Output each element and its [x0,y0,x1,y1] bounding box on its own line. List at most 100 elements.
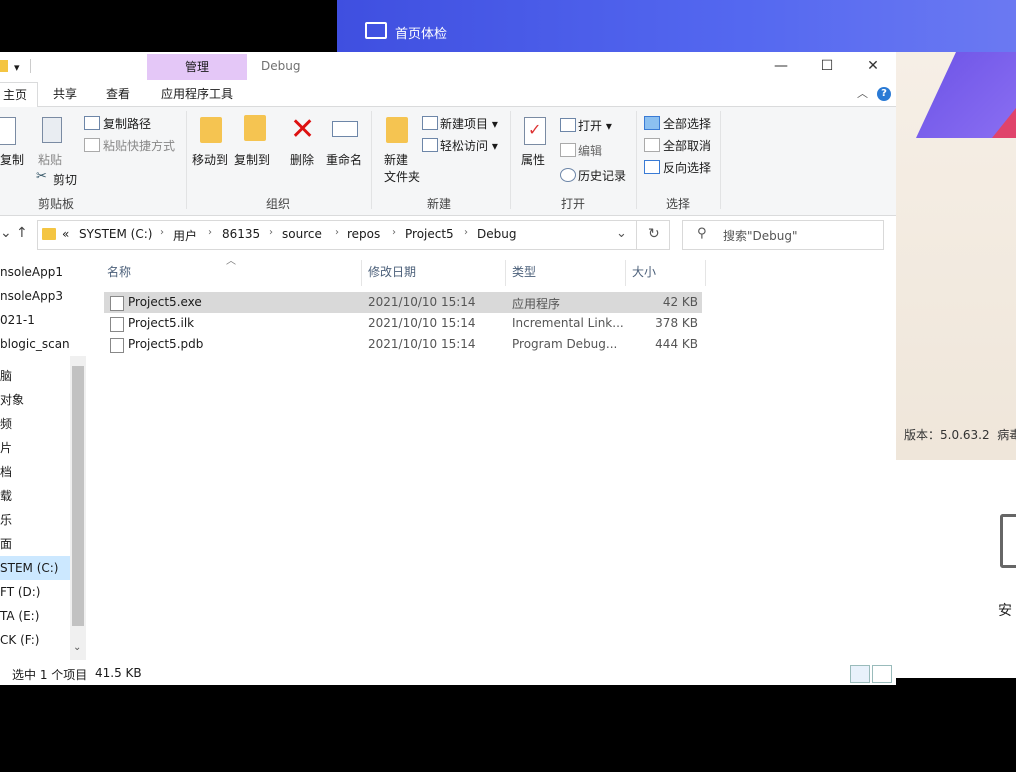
minimize-button[interactable]: — [758,52,804,80]
cut-button[interactable]: 剪切 [53,171,77,188]
file-date: 2021/10/10 15:14 [368,316,476,330]
paste-button[interactable]: 粘贴 [38,151,62,168]
nav-item[interactable]: blogic_scan [0,332,70,356]
breadcrumb-separator-icon[interactable]: › [160,227,164,238]
breadcrumb-current[interactable]: Debug [477,227,516,241]
nav-item[interactable]: nsoleApp1 [0,260,63,284]
nav-item-pictures[interactable]: 片 [0,436,12,460]
nav-item-music[interactable]: 乐 [0,508,12,532]
nav-item-desktop[interactable]: 面 [0,532,12,556]
history-button[interactable]: 历史记录 [578,167,626,184]
divider [720,111,721,209]
new-folder-button[interactable]: 新建 文件夹 [384,151,420,185]
new-folder-icon [386,117,408,143]
refresh-icon[interactable]: ↻ [648,226,660,242]
delete-button[interactable]: 删除 [290,151,314,168]
breadcrumb-source[interactable]: source [282,227,322,241]
breadcrumb-users[interactable]: 用户 [173,227,197,244]
rename-button[interactable]: 重命名 [326,151,362,168]
invert-selection-button[interactable]: 反向选择 [663,159,711,176]
breadcrumb-separator-icon[interactable]: › [269,227,273,238]
help-icon[interactable]: ? [877,87,891,101]
divider [186,111,187,209]
tab-app-tools[interactable]: 应用程序工具 [147,82,247,106]
copy-button[interactable]: 复制 [0,151,24,168]
nav-scrollbar[interactable]: ⌄ [70,356,86,660]
column-header-size[interactable]: 大小 [632,260,656,284]
table-row[interactable]: Project5.ilk 2021/10/10 15:14 Incrementa… [104,313,702,334]
group-clipboard: 剪贴板 [38,197,75,211]
nav-item-downloads[interactable]: 载 [0,484,12,508]
breadcrumb-repos[interactable]: repos [347,227,380,241]
search-input[interactable]: 搜索"Debug" [723,227,798,244]
table-row[interactable]: Project5.pdb 2021/10/10 15:14 Program De… [104,334,702,355]
details-view-button[interactable] [850,665,870,683]
nav-item-drive-c[interactable]: STEM (C:) [0,556,70,580]
column-header-date[interactable]: 修改日期 [368,260,416,284]
up-arrow-icon[interactable]: ↑ [16,225,28,241]
move-to-button[interactable]: 移动到 [192,151,228,168]
background-app-header: 首页体检 [337,0,1016,52]
copy-path-icon [84,116,100,130]
large-icons-view-button[interactable] [872,665,892,683]
breadcrumb-separator-icon[interactable]: › [464,227,468,238]
file-type: Incremental Link... [512,316,624,330]
nav-item-videos[interactable]: 频 [0,412,12,436]
nav-item[interactable]: nsoleApp3 [0,284,63,308]
close-button[interactable]: ✕ [850,52,896,80]
copy-path-button[interactable]: 复制路径 [103,115,151,132]
copy-to-button[interactable]: 复制到 [234,151,270,168]
breadcrumb-user[interactable]: 86135 [222,227,260,241]
background-app-title[interactable]: 首页体检 [395,23,447,42]
recent-locations-icon[interactable]: ⌄ [0,225,12,241]
select-all-button[interactable]: 全部选择 [663,115,711,132]
file-name: Project5.ilk [128,316,195,330]
address-bar[interactable]: « SYSTEM (C:) › 用户 › 86135 › source › re… [37,220,670,250]
select-none-button[interactable]: 全部取消 [663,137,711,154]
nav-item-drive-f[interactable]: CK (F:) [0,628,39,652]
breadcrumb-overflow[interactable]: « [62,227,69,241]
breadcrumb-separator-icon[interactable]: › [392,227,396,238]
scroll-down-icon[interactable]: ⌄ [73,642,81,653]
nav-item-drive-e[interactable]: TA (E:) [0,604,39,628]
column-divider[interactable] [361,260,362,286]
divider [636,111,637,209]
invert-selection-icon [644,160,660,174]
column-header-type[interactable]: 类型 [512,260,536,284]
breadcrumb-drive[interactable]: SYSTEM (C:) [79,227,152,241]
nav-item-documents[interactable]: 档 [0,460,12,484]
nav-scrollbar-thumb[interactable] [72,366,84,626]
search-box[interactable]: ⚲ 搜索"Debug" [682,220,884,250]
breadcrumb-separator-icon[interactable]: › [208,227,212,238]
address-dropdown-icon[interactable]: ⌄ [616,226,627,241]
tab-share[interactable]: 共享 [44,82,86,106]
maximize-button[interactable]: ☐ [804,52,850,80]
folder-icon [0,60,8,72]
title-bar: ▾ 管理 Debug — ☐ ✕ [0,52,896,82]
file-name: Project5.pdb [128,337,204,351]
breadcrumb-project[interactable]: Project5 [405,227,454,241]
easy-access-button[interactable]: 轻松访问 ▾ [440,137,498,154]
quick-access-dropdown-icon[interactable]: ▾ [14,61,20,74]
open-button[interactable]: 打开 ▾ [578,117,612,134]
nav-item-3d-objects[interactable]: 对象 [0,388,24,412]
nav-item[interactable]: 021-1 [0,308,35,332]
collapse-ribbon-icon[interactable]: ︿ [857,85,868,101]
nav-item-drive-d[interactable]: FT (D:) [0,580,40,604]
column-header-name[interactable]: 名称 [107,260,131,284]
tab-view[interactable]: 查看 [97,82,139,106]
properties-button[interactable]: 属性 [521,151,545,168]
breadcrumb-separator-icon[interactable]: › [335,227,339,238]
paste-shortcut-button[interactable]: 粘贴快捷方式 [103,137,175,154]
nav-item-this-pc[interactable]: 脑 [0,364,12,388]
contextual-tab-manage[interactable]: 管理 [147,54,247,80]
edit-button[interactable]: 编辑 [578,142,602,159]
ribbon-tabs: 主页 共享 查看 应用程序工具 ︿ ? [0,82,896,108]
new-item-button[interactable]: 新建项目 ▾ [440,115,498,132]
column-divider[interactable] [705,260,706,286]
column-divider[interactable] [505,260,506,286]
table-row[interactable]: Project5.exe 2021/10/10 15:14 应用程序 42 KB [104,292,702,313]
column-divider[interactable] [625,260,626,286]
file-size: 378 KB [655,316,698,330]
tab-home[interactable]: 主页 [0,82,38,108]
